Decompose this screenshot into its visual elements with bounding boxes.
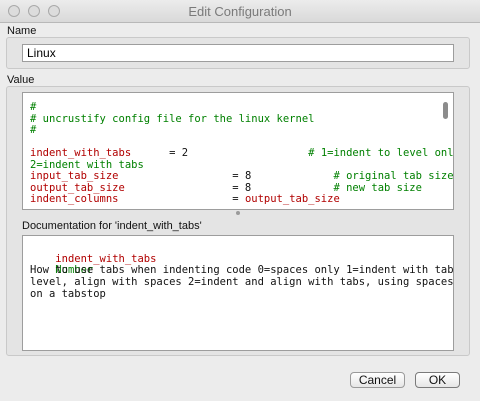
option-name: indent_with_tabs [55, 252, 157, 265]
code-token: 2=indent with tabs [30, 158, 144, 171]
editor-scrollbar[interactable] [443, 102, 448, 119]
code-line: indent_columns = output_tab_size [30, 193, 340, 206]
code-token: = 8 [118, 170, 334, 182]
code-token: = 8 [124, 181, 334, 194]
code-token: indent_with_tabs [30, 147, 132, 159]
documentation-pane: indent_with_tabs Number How to use tabs … [22, 235, 454, 351]
cancel-button[interactable]: Cancel [350, 372, 405, 388]
splitter-handle[interactable] [236, 211, 240, 215]
code-token: output_tab_size [30, 181, 125, 194]
code-token: indent_columns [30, 193, 119, 205]
code-token: # [30, 101, 37, 113]
name-input[interactable] [22, 44, 454, 62]
code-token: input_tab_size [30, 170, 119, 182]
code-token: output_tab_size [244, 193, 340, 205]
code-line: # uncrustify config file for the linux k… [30, 112, 315, 126]
documentation-label: Documentation for 'indent_with_tabs' [22, 220, 202, 232]
documentation-text-line: How to use tabs when indenting code 0=sp… [30, 264, 454, 276]
window-title: Edit Configuration [188, 4, 292, 19]
code-token: = 2 [131, 147, 309, 159]
code-token: # 1=indent to level only, [308, 147, 454, 159]
code-token: # new tab size [333, 181, 422, 194]
code-line: # [30, 124, 37, 137]
code-token: # original tab size [333, 170, 454, 182]
documentation-text-line: on a tabstop [30, 288, 106, 300]
value-editor[interactable]: # # uncrustify config file for the linux … [22, 92, 454, 210]
code-token: = [118, 193, 245, 205]
documentation-text-line: level, align with spaces 2=indent and al… [30, 276, 454, 288]
code-token: # uncrustify config file for the linux k… [30, 112, 315, 125]
title-bar: Edit Configuration [0, 0, 480, 23]
code-token: # [30, 124, 37, 136]
ok-button[interactable]: OK [415, 372, 460, 388]
name-label: Name [7, 25, 37, 37]
value-label: Value [7, 74, 35, 86]
